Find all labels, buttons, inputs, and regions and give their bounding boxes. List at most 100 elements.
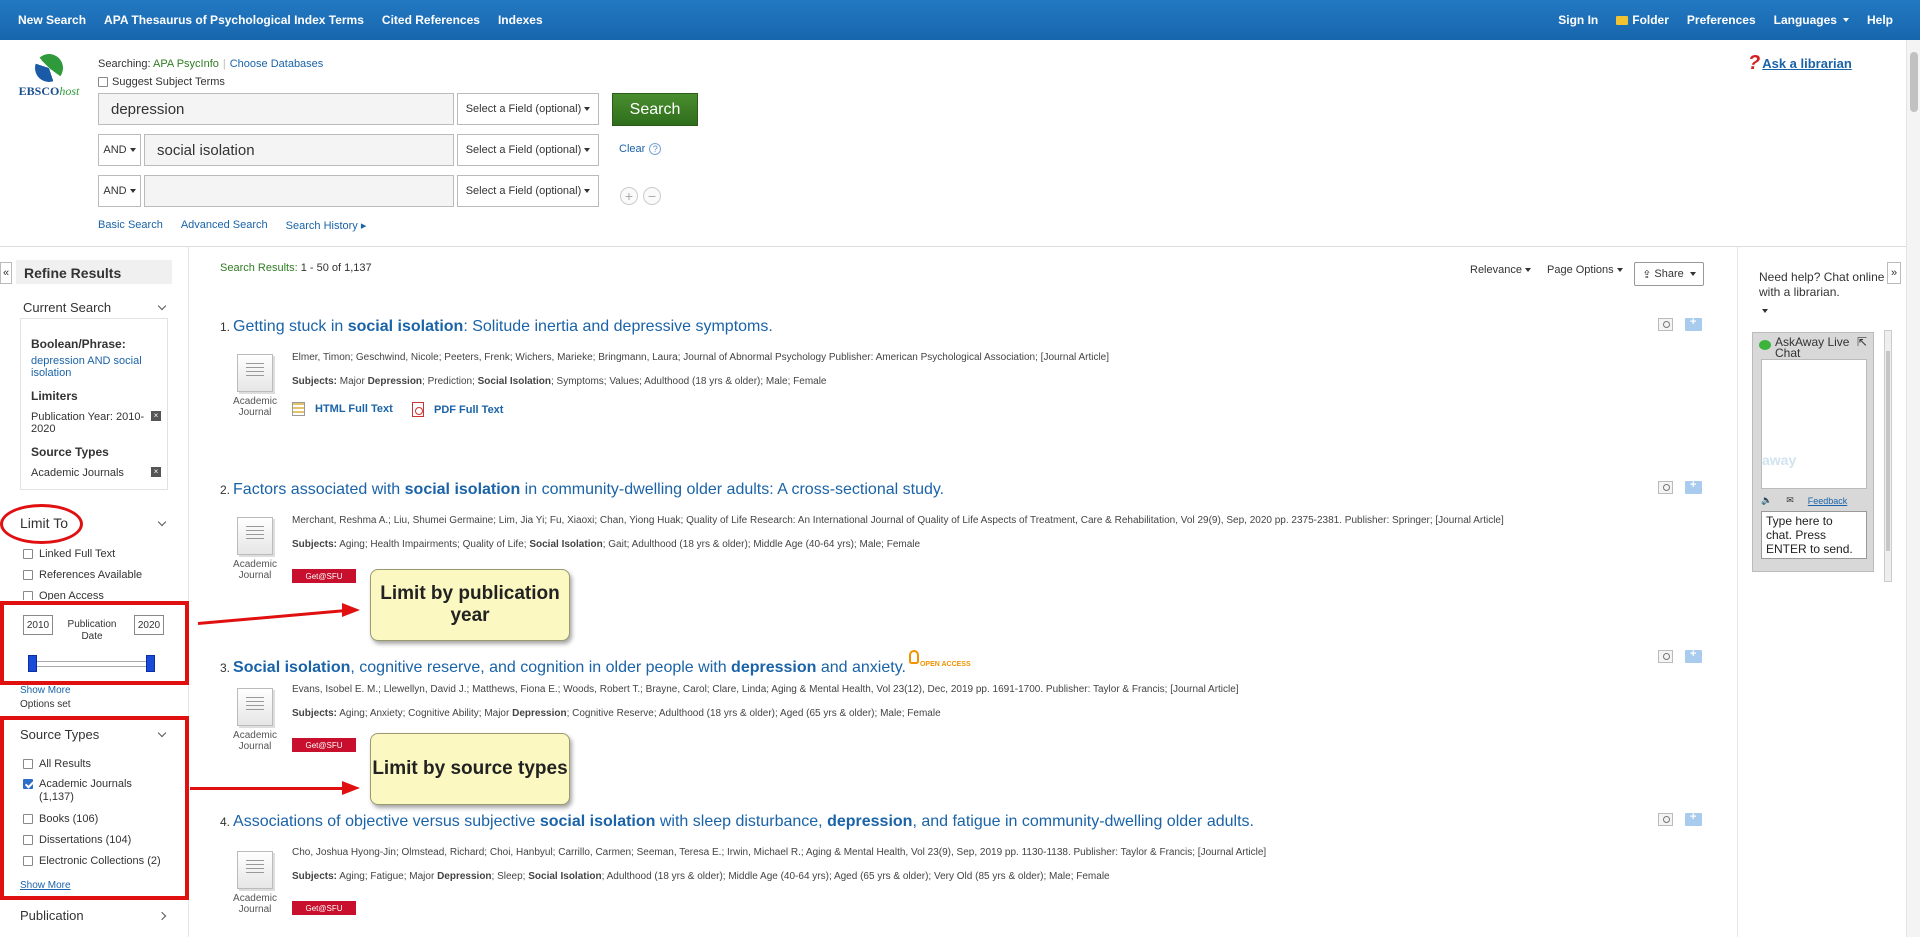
remove-row-icon[interactable]: − bbox=[643, 187, 661, 205]
preview-icon[interactable] bbox=[1658, 650, 1673, 663]
limit-references-available[interactable]: References Available bbox=[23, 569, 142, 581]
add-to-folder-icon[interactable] bbox=[1685, 479, 1702, 494]
nav-languages[interactable]: Languages bbox=[1765, 13, 1858, 27]
preview-icon[interactable] bbox=[1658, 813, 1673, 826]
result-title-link[interactable]: 2. Factors associated with social isolati… bbox=[220, 481, 1710, 499]
preview-icon[interactable] bbox=[1658, 318, 1673, 331]
result-title-link[interactable]: 3. Social isolation, cognitive reserve, a… bbox=[220, 650, 1710, 677]
checkbox[interactable] bbox=[23, 814, 33, 824]
ask-a-librarian[interactable]: ? Ask a librarian bbox=[1748, 52, 1852, 75]
chat-scrollbar[interactable] bbox=[1884, 330, 1892, 582]
chat-input[interactable]: Type here to chat. Press ENTER to send. bbox=[1761, 511, 1867, 559]
add-to-folder-icon[interactable] bbox=[1685, 316, 1702, 331]
get-at-sfu-button[interactable]: Get@SFU bbox=[292, 569, 356, 583]
checkbox[interactable] bbox=[23, 570, 33, 580]
popout-icon[interactable]: ⇱ bbox=[1857, 336, 1867, 359]
help-icon[interactable]: ? bbox=[649, 143, 662, 155]
source-types-header[interactable]: Source Types bbox=[16, 727, 169, 742]
source-all-results[interactable]: All Results bbox=[23, 758, 91, 770]
nav-preferences[interactable]: Preferences bbox=[1678, 13, 1765, 27]
show-more-sources-link[interactable]: Show More bbox=[20, 880, 71, 891]
ebsco-logo[interactable]: EBSCOhost bbox=[14, 54, 84, 99]
doc-type-icon: Academic Journal bbox=[226, 517, 284, 581]
chat-header: AskAway Live Chat ⇱ bbox=[1759, 336, 1867, 359]
nav-cited-references[interactable]: Cited References bbox=[373, 13, 489, 27]
suggest-label: Suggest Subject Terms bbox=[112, 76, 225, 88]
journal-icon bbox=[237, 851, 273, 889]
search-history-link[interactable]: Search History ▸ bbox=[286, 219, 367, 232]
top-nav: New Search APA Thesaurus of Psychologica… bbox=[0, 0, 1920, 40]
add-row-icon[interactable]: + bbox=[620, 187, 638, 205]
collapse-right-button[interactable]: » bbox=[1887, 262, 1901, 284]
nav-help[interactable]: Help bbox=[1858, 13, 1902, 27]
search-input-3[interactable] bbox=[144, 175, 454, 207]
field-select-1[interactable]: Select a Field (optional) bbox=[457, 93, 599, 125]
limit-linked-full-text[interactable]: Linked Full Text bbox=[23, 548, 115, 560]
bool-select-2[interactable]: AND bbox=[98, 134, 141, 166]
checkbox[interactable] bbox=[23, 591, 33, 600]
caret-down-icon[interactable] bbox=[1762, 309, 1768, 313]
result-authors: Cho, Joshua Hyong-Jin; Olmstead, Richard… bbox=[292, 847, 1267, 858]
add-to-folder-icon[interactable] bbox=[1685, 648, 1702, 663]
suggest-checkbox[interactable] bbox=[98, 77, 108, 87]
preview-icon[interactable] bbox=[1658, 481, 1673, 494]
boolean-value-link[interactable]: depression AND social isolation bbox=[31, 355, 161, 379]
email-icon[interactable]: ✉ bbox=[1786, 495, 1794, 506]
caret-down-icon bbox=[1842, 18, 1849, 22]
bool-select-3[interactable]: AND bbox=[98, 175, 141, 207]
limit-open-access[interactable]: Open Access bbox=[23, 590, 104, 600]
page-scrollbar[interactable] bbox=[1906, 40, 1920, 937]
choose-databases-link[interactable]: Choose Databases bbox=[230, 58, 324, 70]
remove-limiter-icon[interactable]: × bbox=[151, 411, 161, 421]
sound-icon[interactable]: 🔈 bbox=[1761, 495, 1772, 506]
chat-bubble-icon bbox=[1759, 340, 1771, 350]
checkbox[interactable] bbox=[23, 835, 33, 845]
search-input-1[interactable]: depression bbox=[98, 93, 454, 125]
suggest-subject-terms[interactable]: Suggest Subject Terms bbox=[98, 76, 225, 88]
result-title-link[interactable]: 1. Getting stuck in social isolation: Sol… bbox=[220, 318, 1710, 336]
source-dissertations[interactable]: Dissertations (104) bbox=[23, 834, 131, 846]
results-count: Search Results: 1 - 50 of 1,137 bbox=[220, 262, 372, 274]
basic-search-link[interactable]: Basic Search bbox=[98, 219, 163, 232]
get-at-sfu-button[interactable]: Get@SFU bbox=[292, 901, 356, 915]
publication-header[interactable]: Publication bbox=[16, 908, 169, 923]
checkbox[interactable] bbox=[23, 856, 33, 866]
result-actions bbox=[1658, 479, 1702, 494]
get-at-sfu-button[interactable]: Get@SFU bbox=[292, 738, 356, 752]
nav-new-search[interactable]: New Search bbox=[0, 13, 95, 27]
search-button[interactable]: Search bbox=[612, 93, 698, 126]
checkbox[interactable] bbox=[23, 549, 33, 559]
source-electronic-collections[interactable]: Electronic Collections (2) bbox=[23, 855, 161, 867]
advanced-search-link[interactable]: Advanced Search bbox=[181, 219, 268, 232]
caret-down-icon bbox=[584, 148, 591, 152]
add-to-folder-icon[interactable] bbox=[1685, 811, 1702, 826]
nav-sign-in[interactable]: Sign In bbox=[1549, 13, 1607, 27]
source-types-heading: Source Types bbox=[20, 727, 100, 742]
field-select-2[interactable]: Select a Field (optional) bbox=[457, 134, 599, 166]
checkbox-checked[interactable] bbox=[23, 779, 33, 789]
relevance-dropdown[interactable]: Relevance bbox=[1470, 264, 1531, 276]
show-more-link[interactable]: Show More bbox=[20, 685, 71, 696]
result-title-link[interactable]: 4. Associations of objective versus subje… bbox=[220, 813, 1710, 831]
date-annotation-box bbox=[0, 601, 189, 685]
boolean-label: Boolean/Phrase: bbox=[31, 337, 126, 351]
pdf-full-text-link[interactable]: PDF Full Text bbox=[412, 402, 503, 417]
current-search-header[interactable]: Current Search bbox=[19, 300, 169, 315]
remove-source-icon[interactable]: × bbox=[151, 467, 161, 477]
nav-indexes[interactable]: Indexes bbox=[489, 13, 552, 27]
source-academic-journals[interactable]: Academic Journals (1,137) bbox=[23, 778, 143, 804]
field-select-3[interactable]: Select a Field (optional) bbox=[457, 175, 599, 207]
collapse-left-button[interactable]: « bbox=[0, 262, 12, 284]
search-input-2[interactable]: social isolation bbox=[144, 134, 454, 166]
source-books[interactable]: Books (106) bbox=[23, 813, 98, 825]
feedback-link[interactable]: Feedback bbox=[1808, 496, 1848, 506]
ask-librarian-link[interactable]: Ask a librarian bbox=[1762, 56, 1852, 71]
share-button[interactable]: ⇪ Share bbox=[1634, 262, 1704, 286]
nav-folder[interactable]: Folder bbox=[1607, 13, 1678, 27]
publication-label: Publication bbox=[20, 908, 84, 923]
page-options-dropdown[interactable]: Page Options bbox=[1547, 264, 1623, 276]
clear-link[interactable]: Clear bbox=[619, 143, 645, 155]
checkbox[interactable] bbox=[23, 759, 33, 769]
html-full-text-link[interactable]: HTML Full Text bbox=[292, 402, 393, 416]
nav-apa-thesaurus[interactable]: APA Thesaurus of Psychological Index Ter… bbox=[95, 13, 373, 27]
